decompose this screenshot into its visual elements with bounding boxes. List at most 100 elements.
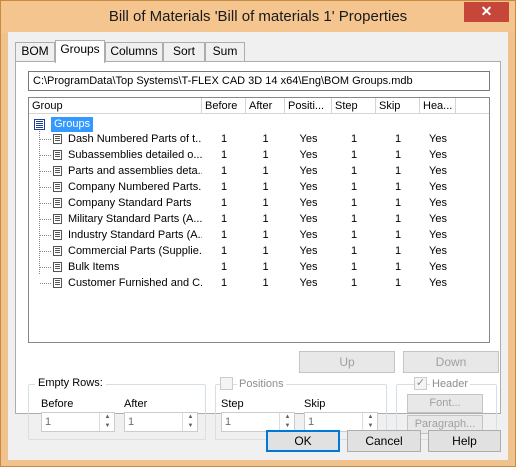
tree-connector-branch [40,235,51,236]
table-row[interactable]: Commercial Parts (Supplie... 1 1 Yes 1 1 Yes [29,243,489,259]
cell-header: Yes [429,245,447,257]
tab-sum[interactable]: Sum [205,42,245,61]
cell-skip: 1 [394,277,402,289]
arrow-down-icon[interactable]: ▼ [183,422,198,431]
cell-before: 1 [220,133,228,145]
cell-step: 1 [350,245,358,257]
table-row[interactable]: Company Standard Parts 1 1 Yes 1 1 Yes [29,195,489,211]
cell-group-name: Bulk Items [68,261,120,273]
cell-step: 1 [350,133,358,145]
down-button[interactable]: Down [403,351,499,373]
title-bar[interactable]: Bill of Materials 'Bill of materials 1' … [1,1,515,33]
cell-group-name: Commercial Parts (Supplie... [68,245,202,257]
tree-connector-branch [40,187,51,188]
column-header-before[interactable]: Before [202,98,246,114]
cell-header: Yes [429,229,447,241]
arrow-up-icon[interactable]: ▲ [363,413,378,422]
help-button[interactable]: Help [428,430,501,452]
table-row[interactable]: Customer Furnished and C... 1 1 Yes 1 1 Yes [29,275,489,291]
cell-skip: 1 [394,261,402,273]
cell-before: 1 [220,181,228,193]
cell-positions: Yes [299,277,318,289]
tab-bom[interactable]: BOM [15,42,55,61]
arrow-down-icon[interactable]: ▼ [100,422,115,431]
cell-after: 1 [262,261,269,273]
positions-checkbox[interactable] [220,377,233,390]
table-row[interactable]: Bulk Items 1 1 Yes 1 1 Yes [29,259,489,275]
cell-step: 1 [350,197,358,209]
cell-positions: Yes [299,165,318,177]
cell-step: 1 [350,277,358,289]
positions-title: Positions [237,378,286,390]
table-row[interactable]: Company Numbered Parts... 1 1 Yes 1 1 Yes [29,179,489,195]
arrow-up-icon[interactable]: ▲ [183,413,198,422]
cancel-button[interactable]: Cancel [347,430,421,452]
column-header-group[interactable]: Group [29,98,202,114]
table-row[interactable]: Dash Numbered Parts of t... 1 1 Yes 1 1 Yes [29,131,489,147]
arrow-up-icon[interactable]: ▲ [100,413,115,422]
checkmark-icon: ✓ [415,377,426,389]
cell-after: 1 [262,229,269,241]
spinner-arrows: ▲ ▼ [99,413,114,431]
column-header-skip[interactable]: Skip [376,98,420,114]
column-header-filler [456,98,489,114]
close-button[interactable]: ✕ [464,2,509,22]
database-path-field[interactable]: C:\ProgramData\Top Systems\T-FLEX CAD 3D… [28,71,490,91]
cell-step: 1 [350,181,358,193]
table-row[interactable]: Parts and assemblies deta... 1 1 Yes 1 1 Yes [29,163,489,179]
cell-group-name: Company Standard Parts [68,197,192,209]
cell-before: 1 [220,197,228,209]
tree-root-row[interactable]: Groups [29,115,489,132]
tree-connector-branch [40,171,51,172]
close-icon: ✕ [480,3,493,19]
table-row[interactable]: Subassemblies detailed o... 1 1 Yes 1 1 Yes [29,147,489,163]
cell-positions: Yes [299,197,318,209]
cell-step: 1 [350,165,358,177]
cell-skip: 1 [394,213,402,225]
cell-after: 1 [262,245,269,257]
header-checkbox[interactable]: ✓ [414,377,427,390]
cell-after: 1 [262,181,269,193]
tab-groups[interactable]: Groups [55,40,105,63]
cell-after: 1 [262,165,269,177]
ok-button[interactable]: OK [266,430,340,452]
cell-group-name: Company Numbered Parts... [68,181,202,193]
positions-skip-stepper[interactable]: 1 ▲ ▼ [304,412,378,432]
cell-positions: Yes [299,181,318,193]
column-header-positions[interactable]: Positi... [285,98,332,114]
groups-grid[interactable]: Group Before After Positi... Step Skip H… [28,97,490,343]
column-header-after[interactable]: After [246,98,285,114]
cell-before: 1 [220,149,228,161]
empty-rows-before-stepper[interactable]: 1 ▲ ▼ [41,412,115,432]
tree-root-label: Groups [51,117,94,132]
positions-step-label: Step [221,398,244,410]
table-icon [34,119,45,130]
font-button[interactable]: Font... [407,394,483,413]
cell-step: 1 [350,149,358,161]
table-row[interactable]: Military Standard Parts (A... 1 1 Yes 1 1 Yes [29,211,489,227]
tab-columns[interactable]: Columns [105,42,163,61]
empty-rows-after-stepper[interactable]: 1 ▲ ▼ [124,412,198,432]
cell-positions: Yes [299,261,318,273]
tree-connector-branch [40,267,51,268]
cell-header: Yes [429,181,447,193]
window-title: Bill of Materials 'Bill of materials 1' … [108,8,408,25]
cell-group-name: Parts and assemblies deta... [68,165,202,177]
cell-header: Yes [429,261,447,273]
cell-group-name: Industry Standard Parts (A... [68,229,202,241]
tab-sort[interactable]: Sort [163,42,205,61]
cell-group-name: Customer Furnished and C... [68,277,202,289]
arrow-up-icon[interactable]: ▲ [280,413,295,422]
cell-positions: Yes [299,229,318,241]
group-item-icon [53,182,62,192]
up-button[interactable]: Up [299,351,395,373]
cell-skip: 1 [394,197,402,209]
spinner-arrows: ▲ ▼ [362,413,377,431]
positions-step-stepper[interactable]: 1 ▲ ▼ [221,412,295,432]
cell-after: 1 [262,213,269,225]
cell-skip: 1 [394,245,402,257]
table-row[interactable]: Industry Standard Parts (A... 1 1 Yes 1 1 Yes [29,227,489,243]
column-header-header[interactable]: Hea... [420,98,456,114]
group-item-icon [53,262,62,272]
column-header-step[interactable]: Step [332,98,376,114]
